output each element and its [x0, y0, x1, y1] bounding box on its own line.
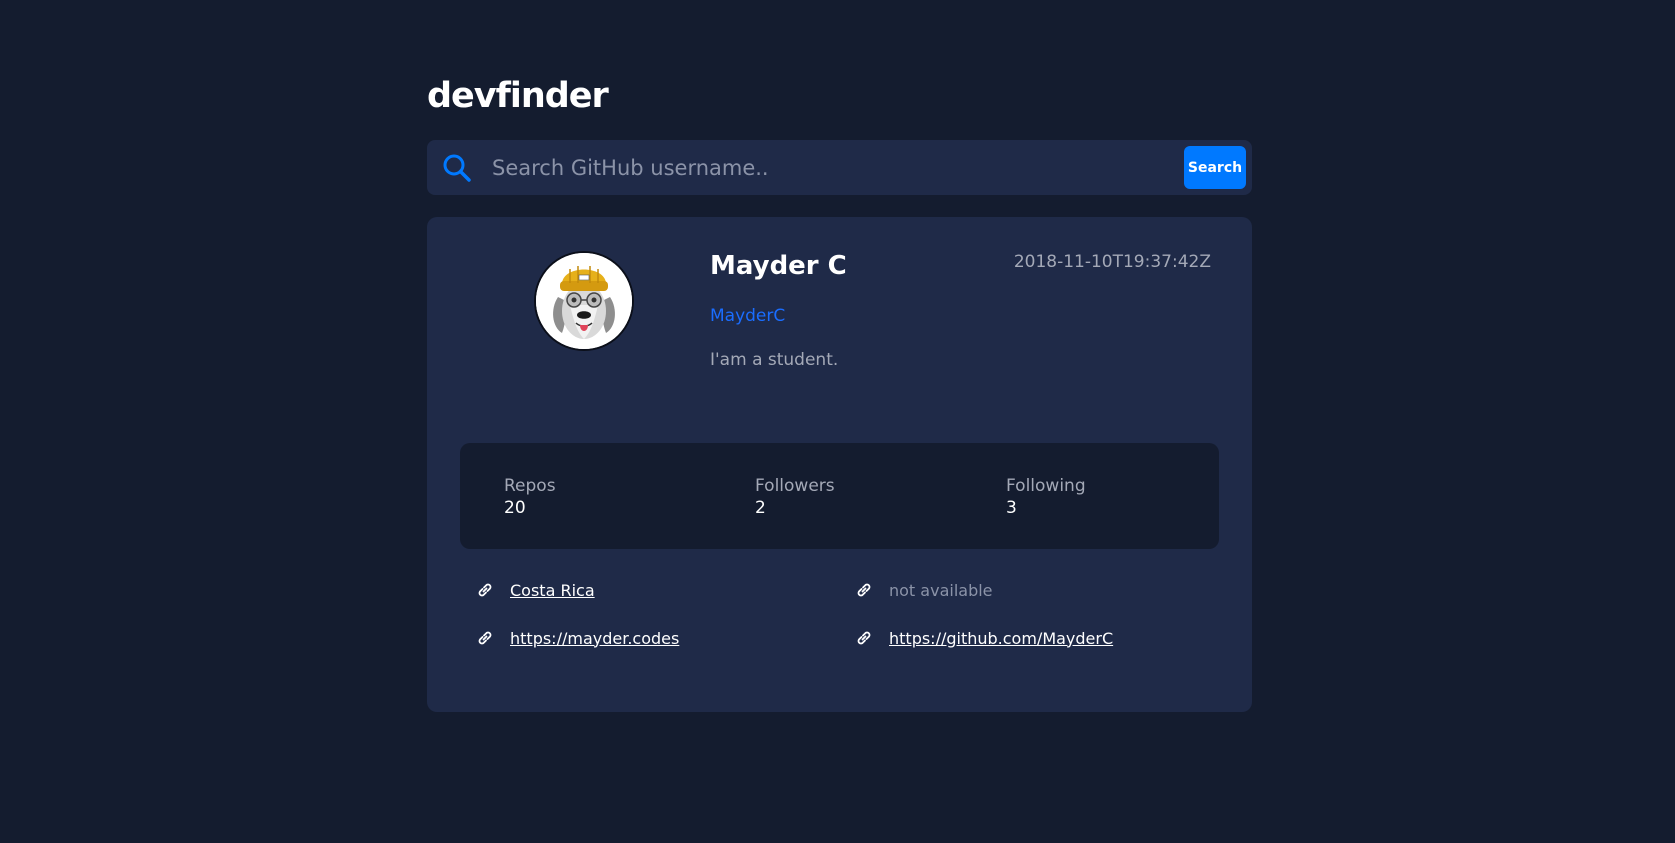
- app-title: devfinder: [427, 76, 609, 116]
- stat-followers: Followers 2: [755, 475, 835, 519]
- link-icon: [475, 580, 495, 600]
- blog-item: https://mayder.codes: [475, 625, 679, 651]
- dog-with-beanie-avatar-image: [536, 253, 632, 349]
- link-icon: [854, 580, 874, 600]
- github-item: https://github.com/MayderC: [854, 625, 1113, 651]
- search-input[interactable]: [492, 150, 1102, 186]
- search-icon: [442, 153, 472, 183]
- stat-following: Following 3: [1006, 475, 1086, 519]
- profile-card: Mayder C 2018-11-10T19:37:42Z MayderC I'…: [427, 217, 1252, 712]
- link-icon: [475, 628, 495, 648]
- location-item: Costa Rica: [475, 577, 595, 603]
- link-icon: [854, 628, 874, 648]
- profile-login-link[interactable]: MayderC: [710, 304, 785, 328]
- stat-repos: Repos 20: [504, 475, 556, 519]
- blog-link[interactable]: https://mayder.codes: [510, 629, 679, 648]
- profile-bio: I'am a student.: [710, 350, 839, 370]
- unavailable-text: not available: [889, 580, 993, 600]
- stat-label: Followers: [755, 476, 835, 496]
- search-bar: Search: [427, 140, 1252, 195]
- stat-value: 2: [755, 498, 766, 518]
- join-date: 2018-11-10T19:37:42Z: [1013, 252, 1211, 272]
- github-profile-link[interactable]: https://github.com/MayderC: [889, 629, 1113, 648]
- stat-label: Repos: [504, 476, 556, 496]
- location-link[interactable]: Costa Rica: [510, 581, 595, 600]
- stat-value: 3: [1006, 498, 1017, 518]
- search-button[interactable]: Search: [1184, 146, 1246, 189]
- stat-label: Following: [1006, 476, 1086, 496]
- profile-name: Mayder C: [710, 251, 847, 281]
- avatar: [534, 251, 634, 351]
- stats-panel: Repos 20 Followers 2 Following 3: [460, 443, 1219, 549]
- twitter-item: not available: [854, 577, 993, 603]
- stat-value: 20: [504, 498, 526, 518]
